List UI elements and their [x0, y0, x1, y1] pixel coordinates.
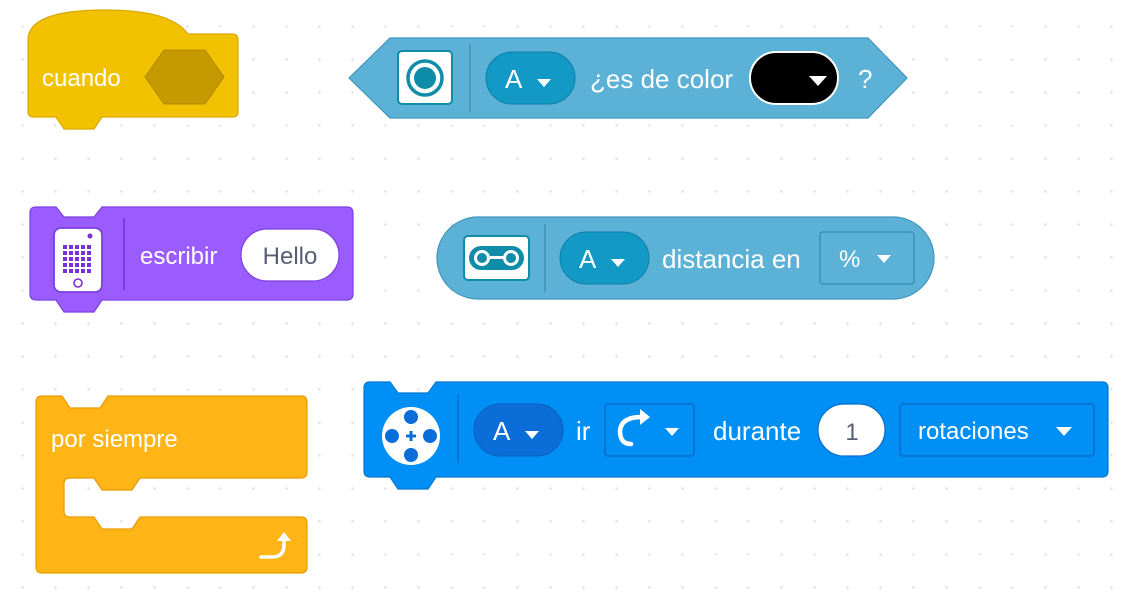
port-dropdown[interactable]: A: [473, 403, 564, 457]
unit-label: rotaciones: [918, 418, 1029, 445]
amount-input[interactable]: 1: [817, 403, 886, 457]
display-write-block[interactable]: escribir Hello: [29, 206, 354, 313]
amount-value: 1: [845, 419, 858, 446]
direction-dropdown[interactable]: [604, 403, 695, 457]
distance-sensor-block[interactable]: A distancia en %: [436, 216, 935, 300]
block-canvas: cuando A ¿es de color ? escribir Hello A…: [27, 9, 1109, 574]
when-hat-block[interactable]: cuando: [27, 9, 239, 130]
color-sensor-block[interactable]: A ¿es de color ?: [348, 37, 908, 119]
port-dropdown[interactable]: A: [485, 51, 576, 105]
port-dropdown[interactable]: A: [559, 231, 650, 285]
question-mark: ?: [858, 64, 872, 94]
port-label: A: [579, 244, 597, 274]
when-label: cuando: [42, 65, 121, 92]
port-label: A: [493, 416, 511, 446]
unit-dropdown[interactable]: rotaciones: [899, 403, 1095, 457]
go-label: ir: [576, 416, 591, 446]
distance-sensor-icon: [463, 235, 530, 281]
color-question-text: ¿es de color: [590, 64, 733, 94]
port-label: A: [505, 64, 523, 94]
color-sensor-icon: [397, 50, 453, 105]
unit-dropdown[interactable]: %: [819, 231, 915, 285]
forever-loop-block[interactable]: por siempre: [35, 395, 308, 574]
motor-icon: [382, 407, 440, 465]
motor-run-block[interactable]: A ir durante 1 rotaciones: [363, 381, 1109, 490]
text-input-value: Hello: [263, 243, 318, 270]
light-matrix-icon: [53, 227, 103, 293]
distance-label: distancia en: [662, 244, 801, 274]
unit-label: %: [839, 246, 860, 273]
text-input[interactable]: Hello: [240, 228, 340, 282]
write-label: escribir: [140, 243, 217, 270]
color-dropdown[interactable]: [749, 51, 839, 105]
forever-label: por siempre: [51, 426, 178, 453]
during-label: durante: [713, 416, 801, 446]
